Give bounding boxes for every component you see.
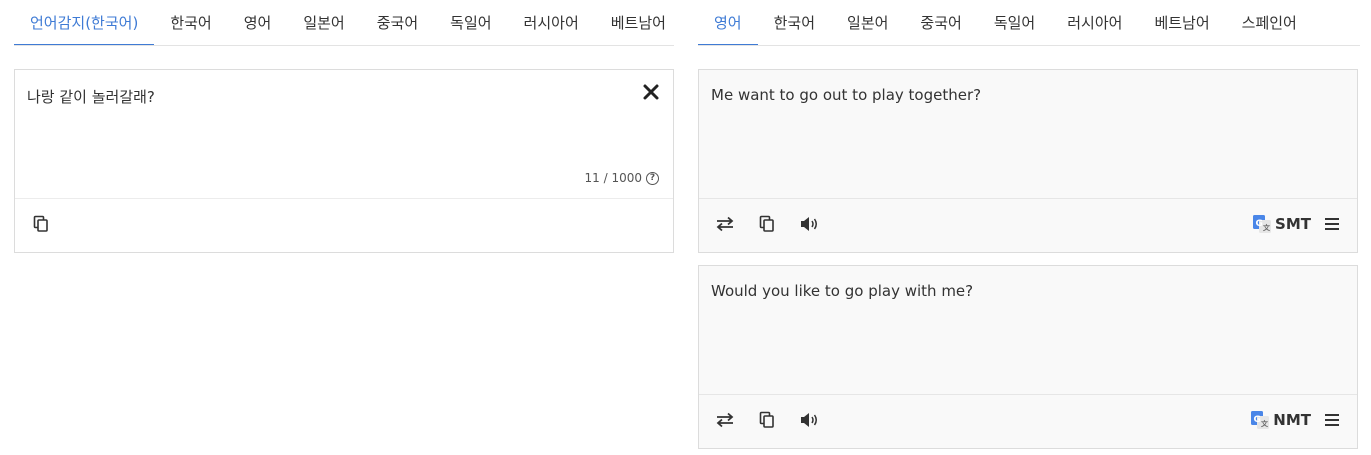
- svg-text:G: G: [1254, 415, 1261, 425]
- speaker-icon[interactable]: [797, 212, 821, 236]
- engine-label: G文 SMT: [1253, 212, 1311, 236]
- source-language-tabs: 언어감지(한국어) 한국어 영어 일본어 중국어 독일어 러시아어 베트남어: [14, 0, 674, 46]
- tab-korean[interactable]: 한국어: [758, 0, 831, 45]
- menu-icon[interactable]: [1323, 212, 1341, 236]
- copy-icon[interactable]: [755, 408, 779, 432]
- speaker-icon[interactable]: [797, 408, 821, 432]
- divider: [699, 198, 1357, 199]
- translation-text: Me want to go out to play together?: [711, 86, 982, 104]
- clear-icon[interactable]: [641, 82, 661, 102]
- source-input-panel: 나랑 같이 놀러갈래? 11 / 1000 ?: [14, 69, 674, 253]
- tab-english[interactable]: 영어: [698, 0, 758, 45]
- tab-japanese[interactable]: 일본어: [287, 0, 360, 45]
- svg-text:G: G: [1256, 219, 1263, 229]
- character-counter: 11 / 1000 ?: [585, 171, 659, 185]
- copy-icon[interactable]: [29, 212, 53, 236]
- google-translate-icon: G文: [1251, 411, 1270, 429]
- source-text[interactable]: 나랑 같이 놀러갈래?: [27, 86, 155, 107]
- engine-name: SMT: [1275, 215, 1311, 233]
- translation-result-nmt: Would you like to go play with me? G文 NM…: [698, 265, 1358, 449]
- swap-icon[interactable]: [713, 408, 737, 432]
- tab-japanese[interactable]: 일본어: [831, 0, 904, 45]
- engine-name: NMT: [1273, 411, 1311, 429]
- tab-detect-language[interactable]: 언어감지(한국어): [14, 0, 155, 45]
- help-icon[interactable]: ?: [646, 171, 659, 185]
- translation-text: Would you like to go play with me?: [711, 282, 974, 300]
- counter-text: 11 / 1000: [584, 171, 642, 185]
- tab-german[interactable]: 독일어: [978, 0, 1051, 45]
- tab-english[interactable]: 영어: [228, 0, 288, 45]
- menu-icon[interactable]: [1323, 408, 1341, 432]
- google-translate-icon: G文: [1253, 215, 1272, 233]
- tab-spanish[interactable]: 스페인어: [1226, 0, 1313, 45]
- engine-label: G文 NMT: [1251, 408, 1311, 432]
- tab-chinese[interactable]: 중국어: [904, 0, 977, 45]
- svg-text:文: 文: [1261, 419, 1269, 428]
- copy-icon[interactable]: [755, 212, 779, 236]
- target-language-tabs: 영어 한국어 일본어 중국어 독일어 러시아어 베트남어 스페인어: [698, 0, 1360, 46]
- tab-vietnamese[interactable]: 베트남어: [1138, 0, 1225, 45]
- tab-korean[interactable]: 한국어: [154, 0, 227, 45]
- swap-icon[interactable]: [713, 212, 737, 236]
- divider: [699, 394, 1357, 395]
- svg-text:文: 文: [1263, 223, 1271, 232]
- tab-chinese[interactable]: 중국어: [361, 0, 434, 45]
- tab-german[interactable]: 독일어: [434, 0, 507, 45]
- tab-russian[interactable]: 러시아어: [1051, 0, 1138, 45]
- translation-result-smt: Me want to go out to play together? G文 S…: [698, 69, 1358, 253]
- tab-russian[interactable]: 러시아어: [508, 0, 595, 45]
- divider: [15, 198, 673, 199]
- tab-vietnamese[interactable]: 베트남어: [595, 0, 674, 45]
